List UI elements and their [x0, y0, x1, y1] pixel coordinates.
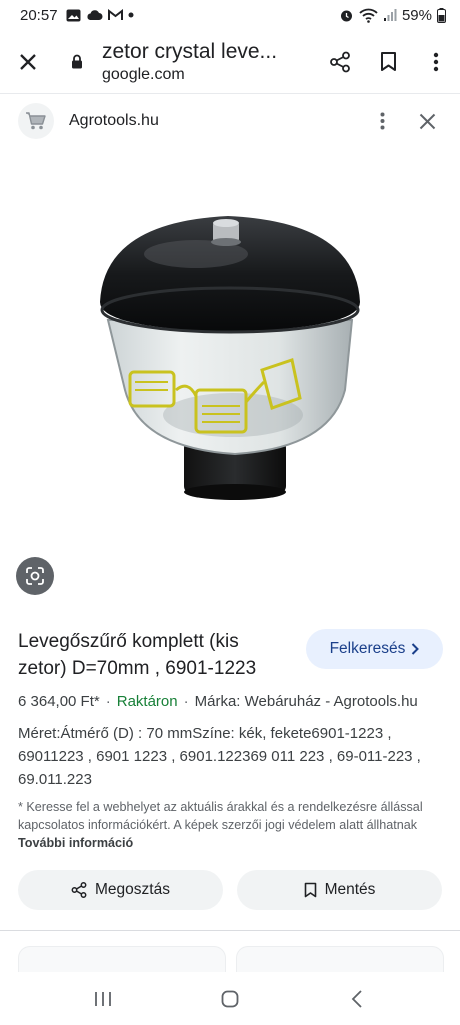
product-brand: Márka: Webáruház - Agrotools.hu — [194, 693, 418, 710]
separator: · — [105, 693, 111, 710]
bookmark-icon — [380, 52, 396, 71]
more-options-button[interactable] — [412, 34, 460, 90]
close-tab-button[interactable] — [0, 34, 56, 90]
save-button-label: Mentés — [324, 881, 376, 898]
close-panel-button[interactable] — [402, 101, 452, 141]
url-bar[interactable]: zetor crystal leve... google.com — [90, 40, 316, 84]
status-left-icons — [66, 9, 134, 22]
battery-icon — [437, 7, 446, 23]
source-header: Agrotools.hu — [0, 96, 460, 146]
disclaimer: * Keresse fel a webhelyet az aktuális ár… — [18, 798, 448, 852]
alarm-icon — [340, 10, 352, 21]
close-icon — [20, 53, 36, 70]
chevron-right-icon — [412, 643, 420, 655]
back-button[interactable] — [327, 977, 387, 1021]
battery-level: 59% — [401, 6, 432, 24]
recent-apps-icon — [95, 991, 112, 1006]
recent-apps-button[interactable] — [73, 977, 133, 1021]
home-button[interactable] — [200, 977, 260, 1021]
dot-icon — [128, 12, 134, 18]
more-vert-icon — [433, 52, 439, 71]
status-right-icons: 59% — [339, 7, 446, 24]
share-button[interactable]: Megosztás — [18, 870, 223, 910]
cloud-icon — [87, 10, 103, 20]
home-icon — [221, 990, 239, 1007]
save-button[interactable]: Mentés — [237, 870, 442, 910]
lock-icon — [72, 54, 82, 69]
more-vert-icon — [380, 112, 384, 130]
site-favicon — [18, 103, 54, 139]
security-indicator[interactable] — [64, 54, 90, 69]
disclaimer-text: * Keresse fel a webhelyet az aktuális ár… — [18, 800, 423, 832]
stock-status: Raktáron — [116, 693, 178, 710]
browser-toolbar: zetor crystal leve... google.com — [0, 30, 460, 94]
separator: · — [183, 693, 189, 710]
gallery-icon — [66, 9, 81, 21]
source-name[interactable]: Agrotools.hu — [69, 112, 159, 130]
share-page-button[interactable] — [316, 34, 364, 90]
share-icon — [71, 882, 87, 898]
back-icon — [351, 989, 362, 1008]
close-icon — [419, 113, 435, 129]
lens-icon — [26, 567, 44, 585]
cart-icon — [26, 112, 46, 130]
visit-button-label: Felkeresés — [329, 640, 406, 657]
bookmark-icon — [304, 882, 316, 898]
status-time: 20:57 — [20, 6, 58, 24]
wifi-icon — [359, 8, 378, 23]
air-filter-image — [100, 216, 360, 500]
source-more-button[interactable] — [362, 101, 402, 141]
lens-search-button[interactable] — [16, 557, 54, 595]
system-navigation-bar — [0, 972, 460, 1025]
signal-icon — [383, 9, 397, 21]
product-price: 6 364,00 Ft* — [18, 693, 100, 710]
more-info-link[interactable]: További információ — [18, 836, 133, 850]
status-bar: 20:57 59% — [0, 0, 460, 30]
page-domain: google.com — [102, 65, 185, 83]
section-divider — [0, 930, 460, 931]
page-title: zetor crystal leve... — [102, 39, 278, 63]
product-meta: 6 364,00 Ft* · Raktáron · Márka: Webáruház -… — [18, 693, 418, 710]
visit-button[interactable]: Felkeresés — [306, 629, 443, 669]
share-icon — [330, 51, 350, 72]
gmail-icon — [107, 9, 123, 20]
product-image[interactable] — [0, 150, 460, 550]
product-title: Levegőszűrő komplett (kis zetor) D=70mm … — [18, 631, 257, 679]
product-description: Méret:Átmérő (D) : 70 mmSzíne: kék, feke… — [18, 725, 421, 788]
share-button-label: Megosztás — [95, 881, 170, 898]
bookmark-button[interactable] — [364, 34, 412, 90]
